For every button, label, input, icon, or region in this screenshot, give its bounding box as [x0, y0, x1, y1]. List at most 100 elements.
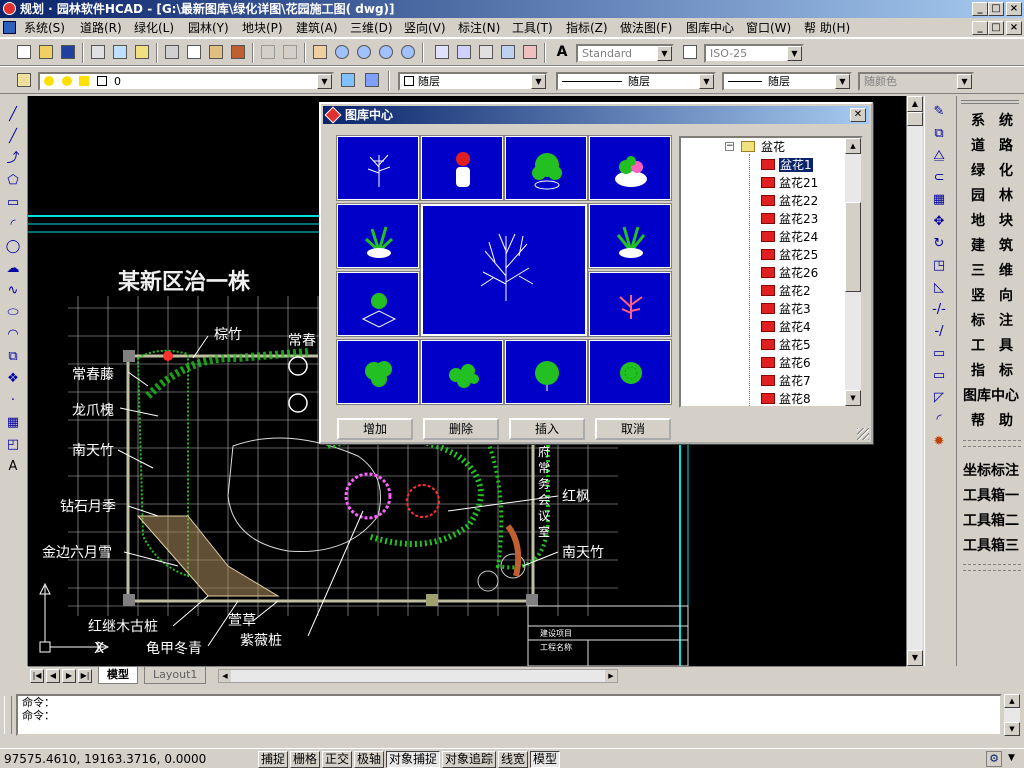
tree-folder-label[interactable]: 盆花: [761, 138, 785, 156]
cut-icon[interactable]: [162, 42, 182, 62]
screen-menu-toolbox2[interactable]: 工具箱二: [957, 510, 1024, 530]
mirror-icon[interactable]: ⧋: [929, 146, 949, 166]
command-history[interactable]: 命令： 命令：: [16, 694, 1002, 736]
save-icon[interactable]: [58, 42, 78, 62]
tab-first-button[interactable]: |◀: [30, 669, 44, 683]
markup-icon[interactable]: [520, 42, 540, 62]
tree-scroll-thumb[interactable]: [845, 202, 861, 292]
tree-item[interactable]: 盆花22: [761, 192, 818, 210]
make-current-icon[interactable]: [338, 70, 358, 90]
tree-scroll-down[interactable]: ▼: [845, 390, 861, 406]
redo-icon[interactable]: [280, 42, 300, 62]
tree-item[interactable]: 盆花7: [761, 372, 811, 390]
extend-icon[interactable]: -/: [929, 322, 949, 342]
otrack-toggle[interactable]: 对象追踪: [442, 751, 497, 768]
tree-item[interactable]: 盆花4: [761, 318, 811, 336]
fillet-icon[interactable]: ◜: [929, 410, 949, 430]
menu-road[interactable]: 道路(R): [80, 20, 122, 36]
menu-tools[interactable]: 工具(T): [512, 20, 553, 36]
chamfer-icon[interactable]: ◸: [929, 388, 949, 408]
text-style-select[interactable]: Standard ▼: [576, 44, 674, 63]
canvas-vertical-scrollbar[interactable]: ▲ ▼: [906, 96, 923, 666]
tab-last-button[interactable]: ▶|: [78, 669, 92, 683]
print-icon[interactable]: [88, 42, 108, 62]
menu-building[interactable]: 建筑(A): [296, 20, 338, 36]
zoom-extents-icon[interactable]: [398, 42, 418, 62]
menu-system[interactable]: 系统(S): [24, 20, 65, 36]
screen-menu-road[interactable]: 道路: [957, 135, 1024, 155]
point-icon[interactable]: ·: [4, 392, 22, 410]
tree-item[interactable]: 盆花23: [761, 210, 818, 228]
insert-button[interactable]: 插入: [509, 418, 585, 440]
screen-menu-index[interactable]: 指标: [957, 360, 1024, 380]
thumbnail-7[interactable]: [336, 271, 420, 337]
revcloud-icon[interactable]: ☁: [4, 260, 22, 278]
break-icon[interactable]: ▭: [929, 344, 949, 364]
thumbnail-11[interactable]: [504, 339, 588, 405]
tree-item[interactable]: 盆花5: [761, 336, 811, 354]
thumbnail-1[interactable]: [336, 135, 420, 201]
match-prop-icon[interactable]: [228, 42, 248, 62]
menu-greening[interactable]: 绿化(L): [134, 20, 174, 36]
hscroll-left-button[interactable]: ◀: [219, 670, 231, 682]
lineweight-select[interactable]: 随层 ▼: [722, 72, 852, 91]
sheet-set-icon[interactable]: [498, 42, 518, 62]
construction-line-icon[interactable]: ╱: [4, 128, 22, 146]
thumbnail-12[interactable]: [588, 339, 672, 405]
paste-icon[interactable]: [206, 42, 226, 62]
tree-item[interactable]: 盆花6: [761, 354, 811, 372]
trim-icon[interactable]: -/-: [929, 300, 949, 320]
screen-menu-building[interactable]: 建筑: [957, 235, 1024, 255]
hatch-icon[interactable]: ▦: [4, 414, 22, 432]
library-tree[interactable]: − 盆花 盆花1 盆花21 盆花22 盆花23 盆花24 盆花25 盆花26 盆…: [679, 136, 863, 408]
ellipse-icon[interactable]: ⬭: [4, 304, 22, 322]
tree-collapse-icon[interactable]: −: [725, 142, 734, 151]
circle-icon[interactable]: ◯: [4, 238, 22, 256]
close-button[interactable]: ×: [1006, 2, 1022, 16]
break-at-point-icon[interactable]: ▭: [929, 366, 949, 386]
zoom-realtime-icon[interactable]: [332, 42, 352, 62]
command-grip[interactable]: [4, 696, 12, 734]
screen-menu-tools[interactable]: 工具: [957, 335, 1024, 355]
menu-index[interactable]: 指标(Z): [566, 20, 608, 36]
dim-style-icon[interactable]: [680, 42, 700, 62]
linetype-select[interactable]: 随层 ▼: [556, 72, 716, 91]
ellipse-arc-icon[interactable]: ◠: [4, 326, 22, 344]
region-icon[interactable]: ◰: [4, 436, 22, 454]
zoom-previous-icon[interactable]: [376, 42, 396, 62]
doc-restore-button[interactable]: □: [988, 21, 1004, 35]
text-style-icon[interactable]: A: [552, 42, 572, 62]
pan-icon[interactable]: [310, 42, 330, 62]
dialog-title-bar[interactable]: 图库中心 ✕: [323, 106, 869, 124]
mtext-icon[interactable]: A: [4, 458, 22, 476]
comm-center-icon[interactable]: ⚙: [986, 751, 1002, 767]
thumbnail-selected[interactable]: [420, 203, 588, 337]
screen-menu-library[interactable]: 图库中心: [957, 385, 1024, 405]
ortho-toggle[interactable]: 正交: [322, 751, 353, 768]
screen-menu-annotate[interactable]: 标注: [957, 310, 1024, 330]
tree-item[interactable]: 盆花1: [761, 156, 813, 174]
polygon-icon[interactable]: ⬠: [4, 172, 22, 190]
scroll-up-button[interactable]: ▲: [907, 96, 923, 112]
plot-style-select[interactable]: 随颜色 ▼: [858, 72, 974, 91]
menu-detail[interactable]: 做法图(F): [620, 20, 672, 36]
array-icon[interactable]: ▦: [929, 190, 949, 210]
tool-palette-icon[interactable]: [476, 42, 496, 62]
menu-vertical[interactable]: 竖向(V): [404, 20, 446, 36]
screen-menu-plot[interactable]: 地块: [957, 210, 1024, 230]
tree-scrollbar[interactable]: ▲ ▼: [845, 138, 861, 406]
tab-next-button[interactable]: ▶: [62, 669, 76, 683]
thumbnail-10[interactable]: [420, 339, 504, 405]
thumbnail-2[interactable]: [420, 135, 504, 201]
tab-layout1[interactable]: Layout1: [144, 667, 207, 684]
tree-item[interactable]: 盆花8: [761, 390, 811, 406]
publish-icon[interactable]: [132, 42, 152, 62]
thumbnail-4[interactable]: [588, 135, 672, 201]
screen-menu-help[interactable]: 帮助: [957, 410, 1024, 430]
menu-plot[interactable]: 地块(P): [242, 20, 283, 36]
rotate-icon[interactable]: ↻: [929, 234, 949, 254]
copy-object-icon[interactable]: ⧉: [929, 124, 949, 144]
screen-menu-3d[interactable]: 三维: [957, 260, 1024, 280]
screen-menu-toolbox1[interactable]: 工具箱一: [957, 485, 1024, 505]
offset-icon[interactable]: ⊂: [929, 168, 949, 188]
